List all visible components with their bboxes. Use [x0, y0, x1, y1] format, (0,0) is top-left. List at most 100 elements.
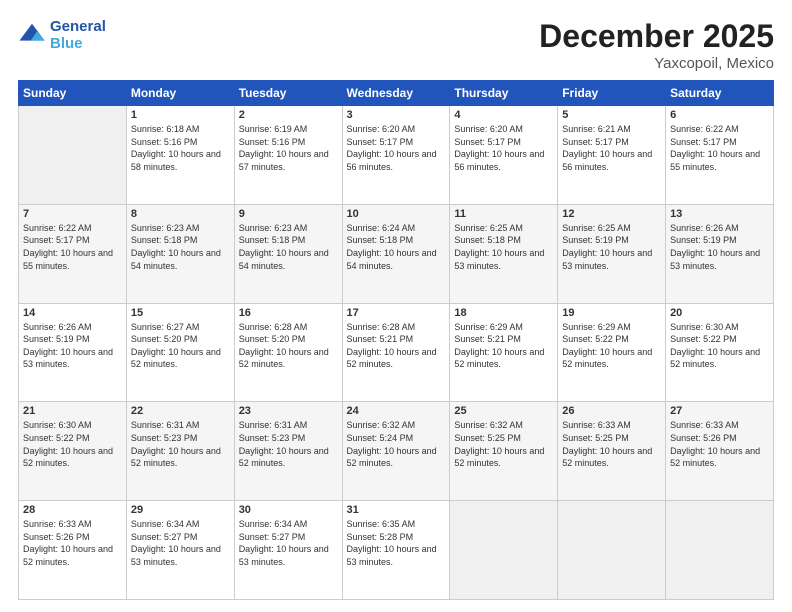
day-number: 27 [670, 405, 769, 417]
day-number: 31 [347, 504, 446, 516]
daylight-label: Daylight: 10 hours and 53 minutes. [670, 248, 760, 271]
day-number: 1 [131, 109, 230, 121]
day-info: Sunrise: 6:30 AM Sunset: 5:22 PM Dayligh… [23, 419, 122, 469]
day-info: Sunrise: 6:28 AM Sunset: 5:20 PM Dayligh… [239, 321, 338, 371]
day-number: 6 [670, 109, 769, 121]
calendar-day-cell: 23 Sunrise: 6:31 AM Sunset: 5:23 PM Dayl… [234, 402, 342, 501]
day-number: 26 [562, 405, 661, 417]
sunset-label: Sunset: 5:21 PM [454, 334, 521, 344]
day-number: 20 [670, 307, 769, 319]
day-info: Sunrise: 6:23 AM Sunset: 5:18 PM Dayligh… [239, 222, 338, 272]
day-info: Sunrise: 6:21 AM Sunset: 5:17 PM Dayligh… [562, 123, 661, 173]
sunrise-label: Sunrise: 6:23 AM [239, 223, 308, 233]
calendar-day-cell: 24 Sunrise: 6:32 AM Sunset: 5:24 PM Dayl… [342, 402, 450, 501]
calendar-day-cell: 20 Sunrise: 6:30 AM Sunset: 5:22 PM Dayl… [666, 303, 774, 402]
calendar-day-cell: 21 Sunrise: 6:30 AM Sunset: 5:22 PM Dayl… [19, 402, 127, 501]
sunset-label: Sunset: 5:24 PM [347, 433, 414, 443]
sunset-label: Sunset: 5:16 PM [239, 137, 306, 147]
sunset-label: Sunset: 5:18 PM [347, 235, 414, 245]
daylight-label: Daylight: 10 hours and 52 minutes. [23, 544, 113, 567]
header: General Blue December 2025 Yaxcopoil, Me… [18, 18, 774, 72]
calendar-day-cell: 30 Sunrise: 6:34 AM Sunset: 5:27 PM Dayl… [234, 501, 342, 600]
day-info: Sunrise: 6:26 AM Sunset: 5:19 PM Dayligh… [23, 321, 122, 371]
calendar-day-cell: 31 Sunrise: 6:35 AM Sunset: 5:28 PM Dayl… [342, 501, 450, 600]
daylight-label: Daylight: 10 hours and 52 minutes. [670, 446, 760, 469]
day-info: Sunrise: 6:20 AM Sunset: 5:17 PM Dayligh… [347, 123, 446, 173]
daylight-label: Daylight: 10 hours and 52 minutes. [239, 347, 329, 370]
day-number: 5 [562, 109, 661, 121]
sunset-label: Sunset: 5:22 PM [562, 334, 629, 344]
day-number: 13 [670, 208, 769, 220]
day-info: Sunrise: 6:35 AM Sunset: 5:28 PM Dayligh… [347, 518, 446, 568]
day-info: Sunrise: 6:33 AM Sunset: 5:25 PM Dayligh… [562, 419, 661, 469]
calendar-day-cell: 9 Sunrise: 6:23 AM Sunset: 5:18 PM Dayli… [234, 204, 342, 303]
sunset-label: Sunset: 5:28 PM [347, 532, 414, 542]
daylight-label: Daylight: 10 hours and 55 minutes. [670, 149, 760, 172]
calendar-table: Sunday Monday Tuesday Wednesday Thursday… [18, 80, 774, 600]
daylight-label: Daylight: 10 hours and 52 minutes. [131, 446, 221, 469]
daylight-label: Daylight: 10 hours and 52 minutes. [670, 347, 760, 370]
day-info: Sunrise: 6:25 AM Sunset: 5:19 PM Dayligh… [562, 222, 661, 272]
daylight-label: Daylight: 10 hours and 52 minutes. [562, 347, 652, 370]
sunrise-label: Sunrise: 6:29 AM [454, 322, 523, 332]
sunset-label: Sunset: 5:19 PM [670, 235, 737, 245]
sunrise-label: Sunrise: 6:28 AM [239, 322, 308, 332]
daylight-label: Daylight: 10 hours and 53 minutes. [562, 248, 652, 271]
day-number: 28 [23, 504, 122, 516]
calendar-day-cell [19, 106, 127, 205]
day-number: 29 [131, 504, 230, 516]
daylight-label: Daylight: 10 hours and 53 minutes. [347, 544, 437, 567]
calendar-day-cell: 10 Sunrise: 6:24 AM Sunset: 5:18 PM Dayl… [342, 204, 450, 303]
sunrise-label: Sunrise: 6:21 AM [562, 124, 631, 134]
day-info: Sunrise: 6:26 AM Sunset: 5:19 PM Dayligh… [670, 222, 769, 272]
sunrise-label: Sunrise: 6:24 AM [347, 223, 416, 233]
day-number: 10 [347, 208, 446, 220]
day-number: 4 [454, 109, 553, 121]
col-friday: Friday [558, 81, 666, 106]
daylight-label: Daylight: 10 hours and 54 minutes. [131, 248, 221, 271]
sunset-label: Sunset: 5:23 PM [131, 433, 198, 443]
daylight-label: Daylight: 10 hours and 52 minutes. [454, 446, 544, 469]
calendar-day-cell: 18 Sunrise: 6:29 AM Sunset: 5:21 PM Dayl… [450, 303, 558, 402]
day-number: 23 [239, 405, 338, 417]
sunrise-label: Sunrise: 6:33 AM [562, 420, 631, 430]
day-number: 8 [131, 208, 230, 220]
daylight-label: Daylight: 10 hours and 52 minutes. [454, 347, 544, 370]
calendar-day-cell: 6 Sunrise: 6:22 AM Sunset: 5:17 PM Dayli… [666, 106, 774, 205]
sunrise-label: Sunrise: 6:27 AM [131, 322, 200, 332]
calendar-day-cell: 28 Sunrise: 6:33 AM Sunset: 5:26 PM Dayl… [19, 501, 127, 600]
sunset-label: Sunset: 5:19 PM [562, 235, 629, 245]
day-number: 25 [454, 405, 553, 417]
sunrise-label: Sunrise: 6:35 AM [347, 519, 416, 529]
calendar-week-row: 21 Sunrise: 6:30 AM Sunset: 5:22 PM Dayl… [19, 402, 774, 501]
calendar-day-cell: 1 Sunrise: 6:18 AM Sunset: 5:16 PM Dayli… [126, 106, 234, 205]
sunrise-label: Sunrise: 6:22 AM [23, 223, 92, 233]
location: Yaxcopoil, Mexico [539, 55, 774, 72]
sunrise-label: Sunrise: 6:23 AM [131, 223, 200, 233]
daylight-label: Daylight: 10 hours and 52 minutes. [239, 446, 329, 469]
sunrise-label: Sunrise: 6:33 AM [670, 420, 739, 430]
sunrise-label: Sunrise: 6:33 AM [23, 519, 92, 529]
daylight-label: Daylight: 10 hours and 54 minutes. [239, 248, 329, 271]
calendar-day-cell: 8 Sunrise: 6:23 AM Sunset: 5:18 PM Dayli… [126, 204, 234, 303]
daylight-label: Daylight: 10 hours and 53 minutes. [454, 248, 544, 271]
daylight-label: Daylight: 10 hours and 53 minutes. [23, 347, 113, 370]
daylight-label: Daylight: 10 hours and 52 minutes. [347, 347, 437, 370]
sunset-label: Sunset: 5:25 PM [562, 433, 629, 443]
logo-text: General Blue [50, 18, 106, 52]
sunset-label: Sunset: 5:19 PM [23, 334, 90, 344]
sunset-label: Sunset: 5:22 PM [670, 334, 737, 344]
sunrise-label: Sunrise: 6:31 AM [239, 420, 308, 430]
col-tuesday: Tuesday [234, 81, 342, 106]
logo: General Blue [18, 18, 106, 52]
sunset-label: Sunset: 5:20 PM [131, 334, 198, 344]
sunrise-label: Sunrise: 6:26 AM [670, 223, 739, 233]
sunrise-label: Sunrise: 6:25 AM [454, 223, 523, 233]
day-info: Sunrise: 6:18 AM Sunset: 5:16 PM Dayligh… [131, 123, 230, 173]
calendar-week-row: 14 Sunrise: 6:26 AM Sunset: 5:19 PM Dayl… [19, 303, 774, 402]
title-block: December 2025 Yaxcopoil, Mexico [539, 18, 774, 72]
day-info: Sunrise: 6:31 AM Sunset: 5:23 PM Dayligh… [239, 419, 338, 469]
calendar-day-cell: 26 Sunrise: 6:33 AM Sunset: 5:25 PM Dayl… [558, 402, 666, 501]
day-number: 21 [23, 405, 122, 417]
sunrise-label: Sunrise: 6:29 AM [562, 322, 631, 332]
